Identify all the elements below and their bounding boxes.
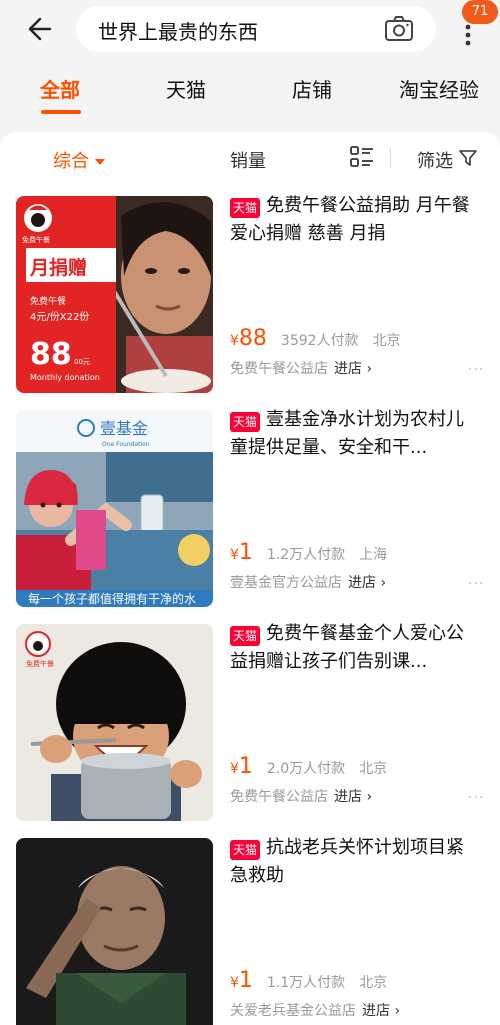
back-arrow-icon[interactable] [22, 14, 52, 44]
product-image[interactable]: 壹基金 One Foundation 每一个孩子都值得拥有干净的水 [16, 410, 213, 607]
shop-name[interactable]: 壹基金官方公益店 [230, 575, 342, 591]
image-caption-text: 每一个孩子都值得拥有干净的水 [28, 591, 196, 606]
image-logo-text: 免费午餐 [22, 235, 50, 244]
product-price: 88 [238, 326, 267, 351]
search-box[interactable]: 世界上最贵的东西 [76, 6, 436, 52]
enter-shop-link[interactable]: 进店 › [334, 789, 372, 805]
notification-badge: 71 [462, 0, 498, 24]
filter-button[interactable]: 筛选 [417, 147, 453, 173]
product-city: 北京 [372, 333, 401, 349]
camera-icon[interactable] [384, 15, 414, 43]
sort-comprehensive-label: 综合 [53, 151, 89, 172]
product-image[interactable] [16, 838, 213, 1025]
enter-shop-link[interactable]: 进店 › [348, 575, 386, 591]
active-tab-indicator [41, 110, 81, 114]
shop-line: 免费午餐公益店 进店 › [230, 358, 372, 378]
currency-symbol: ¥ [230, 975, 239, 991]
shop-name[interactable]: 关爱老兵基金公益店 [230, 1003, 356, 1019]
product-image-art: 免费午餐 [16, 624, 213, 821]
more-options-icon[interactable]: ··· [468, 790, 484, 806]
shop-name[interactable]: 免费午餐公益店 [230, 789, 328, 805]
more-options-icon[interactable]: ··· [468, 362, 484, 378]
tab-shops[interactable]: 店铺 [292, 74, 332, 103]
product-image[interactable]: 免费午餐 [16, 624, 213, 821]
product-price: 1 [238, 540, 253, 565]
product-city: 北京 [359, 975, 388, 991]
sales-count: 1.2万人付款 [266, 547, 346, 563]
product-image-art [16, 838, 213, 1025]
enter-shop-link[interactable]: 进店 › [362, 1003, 400, 1019]
price-line: ¥1 1.1万人付款 北京 [230, 968, 387, 993]
image-unit-text: 00元 [74, 358, 90, 366]
results-panel: 综合 销量 筛选 月捐赠 免费午餐 免费午餐 4元/份X22份 88 00元 M… [0, 132, 500, 1025]
price-line: ¥1 1.2万人付款 上海 [230, 540, 387, 565]
sales-count: 3592人付款 [280, 333, 359, 349]
sales-count: 1.1万人付款 [266, 975, 346, 991]
price-line: ¥1 2.0万人付款 北京 [230, 754, 387, 779]
category-tabs: 全部 天猫 店铺 淘宝经验 [0, 66, 500, 116]
shop-name[interactable]: 免费午餐公益店 [230, 361, 328, 377]
product-image[interactable]: 月捐赠 免费午餐 免费午餐 4元/份X22份 88 00元 Monthly do… [16, 196, 213, 393]
shop-line: 壹基金官方公益店 进店 › [230, 572, 386, 592]
image-detail-text: 4元/份X22份 [30, 311, 89, 323]
sales-count: 2.0万人付款 [266, 761, 346, 777]
product-title[interactable]: 免费午餐基金个人爱心公益捐赠让孩子们告别课... [230, 620, 470, 676]
image-logo-en-text: One Foundation [102, 441, 150, 448]
more-menu-icon[interactable] [458, 22, 478, 48]
sort-comprehensive[interactable]: 综合 [53, 147, 105, 173]
search-query[interactable]: 世界上最贵的东西 [98, 16, 258, 45]
tab-tmall[interactable]: 天猫 [166, 74, 206, 103]
image-subtitle-text: 免费午餐 [30, 295, 66, 307]
tab-taobao-experience[interactable]: 淘宝经验 [399, 74, 479, 103]
enter-shop-link[interactable]: 进店 › [334, 361, 372, 377]
product-image-art: 壹基金 One Foundation 每一个孩子都值得拥有干净的水 [16, 410, 213, 607]
product-city: 上海 [359, 547, 388, 563]
shop-line: 免费午餐公益店 进店 › [230, 786, 372, 806]
product-card[interactable]: 壹基金 One Foundation 每一个孩子都值得拥有干净的水 天猫 壹基金… [0, 400, 500, 614]
tab-all[interactable]: 全部 [40, 74, 80, 103]
product-city: 北京 [359, 761, 388, 777]
currency-symbol: ¥ [230, 333, 239, 349]
top-bar: 世界上最贵的东西 71 [0, 0, 500, 60]
product-price: 1 [238, 754, 253, 779]
currency-symbol: ¥ [230, 547, 239, 563]
product-card[interactable]: 天猫 抗战老兵关怀计划项目紧急救助 ¥1 1.1万人付款 北京 关爱老兵基金公益店进… [0, 828, 500, 1025]
product-title[interactable]: 壹基金净水计划为农村儿童提供足量、安全和干... [230, 406, 470, 462]
product-price: 1 [238, 968, 253, 993]
product-card[interactable]: 月捐赠 免费午餐 免费午餐 4元/份X22份 88 00元 Monthly do… [0, 186, 500, 400]
caret-down-icon [95, 159, 105, 165]
filter-funnel-icon[interactable] [459, 149, 477, 167]
currency-symbol: ¥ [230, 761, 239, 777]
product-image-art: 月捐赠 免费午餐 免费午餐 4元/份X22份 88 00元 Monthly do… [16, 196, 213, 393]
sortbar-divider [390, 148, 391, 168]
list-view-toggle-icon[interactable] [350, 146, 374, 168]
image-amount-text: 88 [30, 337, 72, 372]
sort-bar: 综合 销量 筛选 [0, 132, 500, 184]
product-title[interactable]: 免费午餐公益捐助 月午餐 爱心捐赠 慈善 月捐 [230, 192, 470, 248]
price-line: ¥88 3592人付款 北京 [230, 326, 401, 351]
shop-line: 关爱老兵基金公益店 进店 › [230, 1000, 400, 1020]
image-logo-text: 免费午餐 [26, 659, 54, 668]
image-footer-text: Monthly donation [30, 373, 100, 382]
image-banner-text: 月捐赠 [29, 256, 87, 279]
product-title[interactable]: 抗战老兵关怀计划项目紧急救助 [230, 834, 470, 890]
image-logo-text: 壹基金 [100, 419, 148, 438]
sort-sales[interactable]: 销量 [230, 147, 266, 173]
more-options-icon[interactable]: ··· [468, 576, 484, 592]
product-card[interactable]: 免费午餐 天猫 免费午餐基金个人爱心公益捐赠让孩子们告别课... ¥1 2.0万人… [0, 614, 500, 828]
